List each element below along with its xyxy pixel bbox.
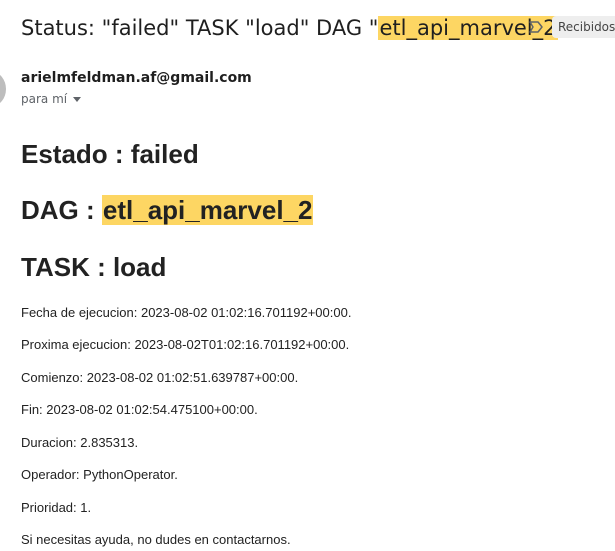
sender-email: arielmfeldman.af@gmail.com: [21, 70, 252, 86]
fin: Fin: 2023-08-02 01:02:54.475100+00:00.: [21, 402, 258, 417]
dag-highlight: etl_api_marvel_2: [101, 195, 314, 225]
inbox-label-chip[interactable]: Recibidos: [552, 16, 615, 38]
dag-prefix: DAG :: [21, 195, 102, 225]
recipient-details[interactable]: para mí: [21, 92, 82, 106]
proxima-ejecucion: Proxima ejecucion: 2023-08-02T01:02:16.7…: [21, 337, 350, 352]
task-heading: TASK : load: [21, 252, 167, 282]
ayuda-text: Si necesitas ayuda, no dudes en contacta…: [21, 532, 291, 547]
recipient-label: para mí: [21, 92, 68, 106]
operador: Operador: PythonOperator.: [21, 467, 178, 482]
duracion: Duracion: 2.835313.: [21, 435, 139, 450]
chevron-down-icon[interactable]: [73, 97, 82, 102]
comienzo: Comienzo: 2023-08-02 01:02:51.639787+00:…: [21, 370, 299, 385]
fecha-ejecucion: Fecha de ejecucion: 2023-08-02 01:02:16.…: [21, 305, 352, 320]
avatar[interactable]: [0, 72, 6, 106]
prioridad: Prioridad: 1.: [21, 500, 92, 515]
email-subject: Status: "failed" TASK "load" DAG "etl_ap…: [21, 12, 567, 44]
estado-heading: Estado : failed: [21, 139, 199, 169]
dag-heading: DAG : etl_api_marvel_2: [21, 193, 314, 227]
subject-prefix: Status: "failed" TASK "load" DAG ": [21, 16, 379, 40]
label-icon[interactable]: [528, 19, 544, 35]
